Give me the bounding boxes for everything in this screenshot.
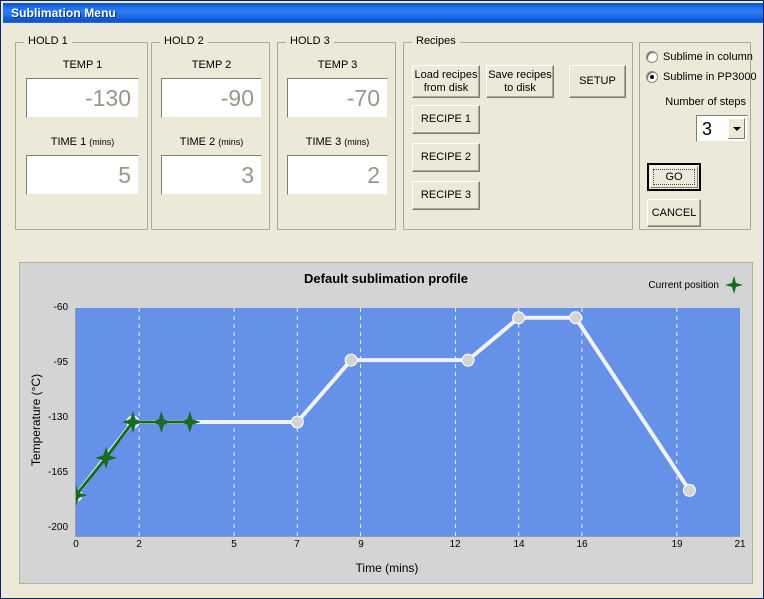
load-recipes-button[interactable]: Load recipes from disk — [412, 65, 480, 98]
xtick-label: 7 — [294, 539, 300, 550]
time-3-label: TIME 3 (mins) — [278, 136, 397, 148]
cancel-button[interactable]: CANCEL — [647, 199, 701, 227]
xtick-label: 2 — [136, 539, 142, 550]
go-button-inner: GO — [650, 166, 698, 188]
chart-plot-area — [76, 308, 740, 536]
group-hold-3-title: HOLD 3 — [286, 35, 334, 47]
save-recipes-button[interactable]: Save recipes to disk — [486, 65, 554, 98]
xtick-label: 12 — [449, 539, 461, 550]
xtick-label: 5 — [231, 539, 237, 550]
temp-2-label: TEMP 2 — [191, 59, 232, 71]
time-2-value[interactable]: 3 — [161, 155, 262, 195]
setup-button[interactable]: SETUP — [569, 65, 626, 98]
group-hold-1: HOLD 1 TEMP 1 -130 TIME 1 (mins) 5 — [15, 35, 149, 230]
x-axis-line — [75, 536, 740, 537]
chevron-down-icon[interactable] — [728, 118, 745, 139]
xtick-label: 21 — [734, 539, 746, 550]
window-client-area: HOLD 1 TEMP 1 -130 TIME 1 (mins) 5 HOLD … — [3, 23, 763, 598]
chart-xlabel: Time (mins) — [355, 561, 419, 575]
current-position-star-icon — [725, 276, 743, 294]
xtick-label: 0 — [73, 539, 79, 550]
ytick-label: -130 — [47, 412, 68, 423]
time-1-label-text: TIME 1 — [50, 136, 87, 148]
group-recipes: Recipes Load recipes from disk Save reci… — [403, 35, 633, 230]
time-3-value[interactable]: 2 — [287, 155, 388, 195]
y-axis-line — [75, 308, 76, 536]
radio-sublime-in-column[interactable]: Sublime in column — [646, 51, 753, 63]
time-1-label: TIME 1 (mins) — [16, 136, 149, 148]
time-2-label: TIME 2 (mins) — [152, 136, 271, 148]
radio-circle-checked-icon — [646, 71, 658, 83]
group-recipes-title: Recipes — [412, 35, 460, 47]
xtick-label: 16 — [576, 539, 588, 550]
time-1-units: (mins) — [89, 137, 115, 147]
radio-sublime-in-pp3000-label: Sublime in PP3000 — [663, 71, 757, 83]
temp-3-value[interactable]: -70 — [287, 78, 388, 118]
group-hold-3: HOLD 3 TEMP 3 -70 TIME 3 (mins) 2 — [277, 35, 397, 230]
radio-sublime-in-pp3000[interactable]: Sublime in PP3000 — [646, 71, 757, 83]
chart-legend: Current position — [648, 275, 744, 295]
radio-sublime-in-column-label: Sublime in column — [663, 51, 753, 63]
temp-3-label: TEMP 3 — [317, 59, 358, 71]
number-of-steps-label: Number of steps — [665, 96, 746, 108]
time-2-label-text: TIME 2 — [179, 136, 216, 148]
radio-circle-icon — [646, 51, 658, 63]
group-hold-2-title: HOLD 2 — [160, 35, 208, 47]
window-titlebar[interactable]: Sublimation Menu — [3, 3, 763, 23]
temp-2-value[interactable]: -90 — [161, 78, 262, 118]
recipe-2-button[interactable]: RECIPE 2 — [412, 143, 480, 172]
number-of-steps-value: 3 — [702, 118, 713, 139]
ytick-label: -95 — [53, 357, 68, 368]
group-hold-1-title: HOLD 1 — [24, 35, 72, 47]
chart-title: Default sublimation profile — [304, 271, 468, 286]
temp-1-label: TEMP 1 — [62, 59, 103, 71]
sublimation-profile-chart: Default sublimation profile Current posi… — [19, 262, 753, 584]
time-1-value[interactable]: 5 — [26, 155, 139, 195]
ytick-label: -165 — [47, 467, 68, 478]
group-hold-2: HOLD 2 TEMP 2 -90 TIME 2 (mins) 3 — [151, 35, 271, 230]
group-options: Sublime in column Sublime in PP3000 Numb… — [639, 42, 757, 230]
window-title: Sublimation Menu — [11, 6, 116, 20]
ytick-label: -200 — [47, 522, 68, 533]
ytick-label: -60 — [53, 302, 68, 313]
sublimation-menu-window: Sublimation Menu HOLD 1 TEMP 1 -130 TIME… — [0, 0, 764, 599]
temp-1-value[interactable]: -130 — [26, 78, 139, 118]
go-button-label: GO — [653, 169, 695, 185]
recipe-1-button[interactable]: RECIPE 1 — [412, 105, 480, 134]
time-3-units: (mins) — [344, 137, 370, 147]
xtick-label: 19 — [671, 539, 683, 550]
legend-current-position-label: Current position — [648, 279, 719, 291]
number-of-steps-select[interactable]: 3 — [696, 115, 748, 142]
time-3-label-text: TIME 3 — [305, 136, 342, 148]
recipe-3-button[interactable]: RECIPE 3 — [412, 181, 480, 210]
xtick-label: 9 — [358, 539, 364, 550]
time-2-units: (mins) — [218, 137, 244, 147]
go-button[interactable]: GO — [647, 163, 701, 191]
xtick-label: 14 — [513, 539, 525, 550]
